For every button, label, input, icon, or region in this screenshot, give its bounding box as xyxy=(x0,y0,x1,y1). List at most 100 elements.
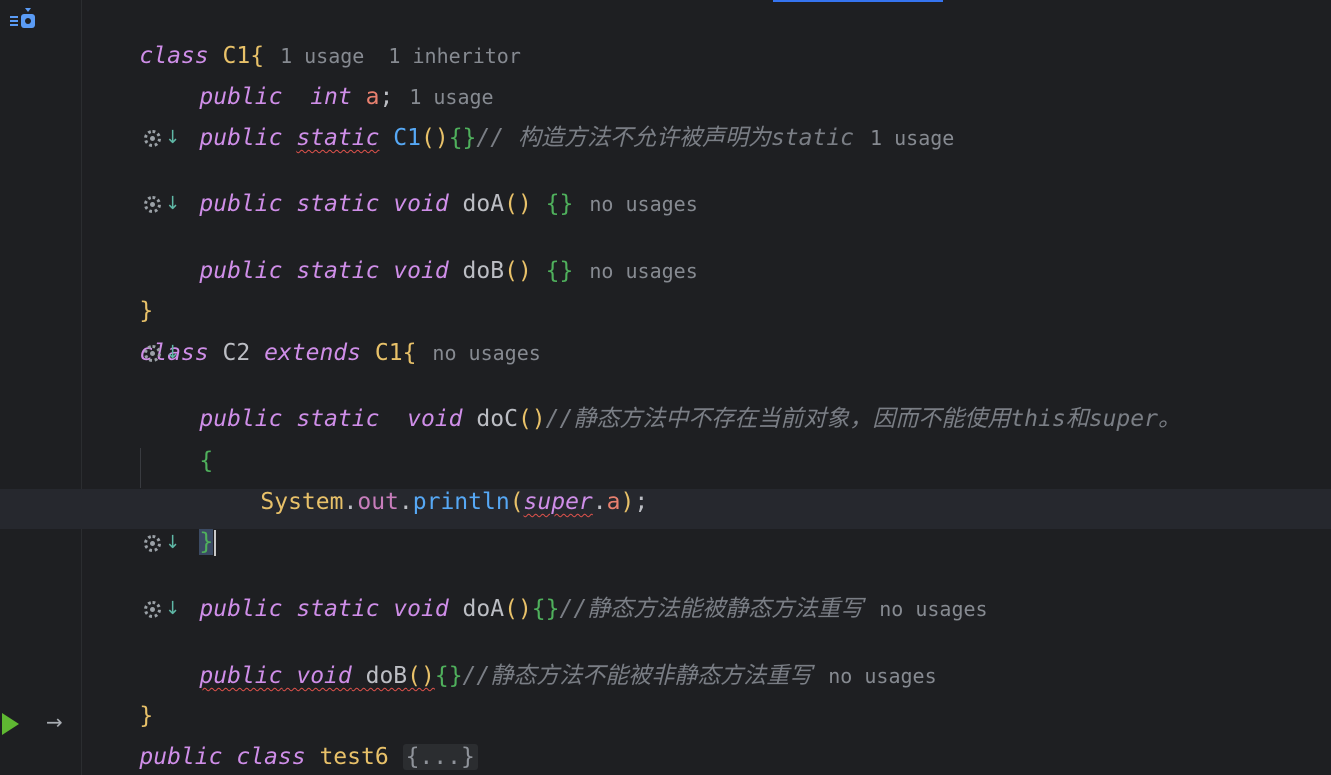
keyword-error: super xyxy=(523,489,593,515)
brace-matched: } xyxy=(199,529,214,555)
folded-region[interactable]: {...} xyxy=(402,744,478,770)
usage-hint[interactable]: 1 usage xyxy=(870,126,954,150)
code-line-3[interactable]: public static C1(){}// 构造方法不允许被声明为static… xyxy=(144,90,954,151)
usage-hint[interactable]: no usages xyxy=(828,664,936,688)
overridden-method-icon[interactable]: ↓ xyxy=(144,193,180,215)
braces: {} xyxy=(545,191,574,217)
parens: () xyxy=(504,258,532,284)
field-ref[interactable]: out xyxy=(357,489,399,515)
down-arrow-icon: ↓ xyxy=(165,193,181,214)
code-line-6[interactable]: } xyxy=(84,263,153,324)
overriding-method-icon[interactable]: ↓ xyxy=(144,532,180,554)
parens: () xyxy=(504,191,532,217)
comment: //静态方法能被静态方法重写 xyxy=(559,596,864,622)
field-ref[interactable]: a xyxy=(607,489,621,515)
usage-hint[interactable]: no usages xyxy=(589,259,697,283)
code-line-7[interactable]: class C2 extends C1{no usages xyxy=(84,305,540,366)
indent-guide xyxy=(140,448,141,488)
braces: {} xyxy=(448,125,477,151)
gutter-separator xyxy=(81,0,82,775)
parens: () xyxy=(504,596,532,622)
keyword: static xyxy=(296,258,380,284)
comment: //静态方法不能被非静态方法重写 xyxy=(462,663,813,689)
gutter xyxy=(0,0,80,775)
code-line-1[interactable]: class C1{1 usage 1 inheritor xyxy=(84,8,521,69)
keyword: public xyxy=(199,258,283,284)
code-line-10[interactable]: System.out.println(super.a); xyxy=(205,454,648,515)
gear-icon xyxy=(144,129,161,147)
dot: . xyxy=(398,489,413,515)
dot: . xyxy=(592,489,607,515)
method-name[interactable]: doB xyxy=(463,258,505,284)
keyword: static xyxy=(296,406,380,432)
method-name[interactable]: doA xyxy=(463,191,505,217)
keyword: extends xyxy=(264,340,361,366)
down-arrow-icon: ↓ xyxy=(165,342,181,363)
scroll-indicator xyxy=(773,0,943,2)
down-arrow-icon: ↓ xyxy=(165,598,181,619)
keyword: public xyxy=(199,663,283,689)
gear-icon xyxy=(144,195,161,213)
keyword: public xyxy=(139,744,223,770)
constructor-name[interactable]: C1 xyxy=(393,125,421,151)
comment: // 构造方法不允许被声明为static xyxy=(476,125,855,151)
usage-hint[interactable]: no usages xyxy=(589,192,697,216)
gear-icon xyxy=(144,344,161,362)
parens: () xyxy=(517,406,546,432)
keyword: void xyxy=(393,596,449,622)
parens: () xyxy=(421,125,449,151)
code-line-12[interactable]: public static void doA(){}//静态方法能被静态方法重写… xyxy=(144,561,987,622)
braces: {} xyxy=(531,596,560,622)
braces: {} xyxy=(434,663,463,689)
code-line-5[interactable]: public static void doB() {} no usages xyxy=(144,223,697,284)
usage-hint[interactable]: no usages xyxy=(879,597,987,621)
class-with-inheritor-icon[interactable] xyxy=(10,8,36,34)
overriding-method-icon[interactable]: ↓ xyxy=(144,342,180,364)
code-line-11[interactable]: } xyxy=(144,494,217,556)
method-call[interactable]: println xyxy=(413,489,510,515)
run-icon[interactable] xyxy=(2,713,19,735)
down-arrow-icon: ↓ xyxy=(165,127,181,148)
code-line-8[interactable]: public static void doC()//静态方法中不存在当前对象，因… xyxy=(144,371,1181,432)
keyword: public xyxy=(199,125,283,151)
gear-icon xyxy=(144,534,161,552)
overridden-method-icon[interactable]: ↓ xyxy=(144,127,180,149)
keyword: static xyxy=(296,191,380,217)
code-line-15[interactable]: public class test6 {...} xyxy=(84,709,478,770)
code-line-13[interactable]: public void doB(){}//静态方法不能被非静态方法重写 no us… xyxy=(144,628,936,689)
method-name[interactable]: doC xyxy=(476,406,518,432)
code-line-14[interactable]: } xyxy=(84,668,153,729)
keyword: public xyxy=(199,596,283,622)
keyword: public xyxy=(199,191,283,217)
braces: {} xyxy=(545,258,574,284)
down-arrow-icon: ↓ xyxy=(165,532,181,553)
parens: () xyxy=(407,663,435,689)
method-name[interactable]: doA xyxy=(463,596,505,622)
gear-icon xyxy=(144,600,161,618)
usage-hint[interactable]: no usages xyxy=(432,341,540,365)
navigate-arrow-icon[interactable]: → xyxy=(46,710,63,734)
code-line-2[interactable]: public int a; 1 usage xyxy=(144,49,493,110)
keyword-error: static xyxy=(296,125,380,151)
code-line-9[interactable]: { xyxy=(144,413,213,474)
keyword: void xyxy=(393,258,449,284)
parent-class-name[interactable]: C1 xyxy=(375,340,403,366)
keyword: class xyxy=(236,744,306,770)
brace: { xyxy=(402,340,417,366)
overriding-method-icon[interactable]: ↓ xyxy=(144,598,180,620)
rparen: ) xyxy=(620,489,635,515)
class-name[interactable]: C2 xyxy=(223,340,251,366)
method-name[interactable]: doB xyxy=(366,663,408,689)
class-name[interactable]: test6 xyxy=(319,744,388,770)
dot: . xyxy=(343,489,358,515)
class-ref[interactable]: System xyxy=(260,489,343,515)
comment: //静态方法中不存在当前对象，因而不能使用this和super。 xyxy=(545,406,1181,432)
code-line-4[interactable]: public static void doA() {} no usages xyxy=(144,156,697,217)
semicolon: ; xyxy=(634,489,649,515)
lparen: ( xyxy=(509,489,524,515)
text-caret xyxy=(214,529,217,556)
keyword: static xyxy=(296,596,380,622)
keyword: void xyxy=(407,406,463,432)
code-editor[interactable]: class C1{1 usage 1 inheritor public int … xyxy=(0,0,1331,775)
keyword: void xyxy=(393,191,449,217)
